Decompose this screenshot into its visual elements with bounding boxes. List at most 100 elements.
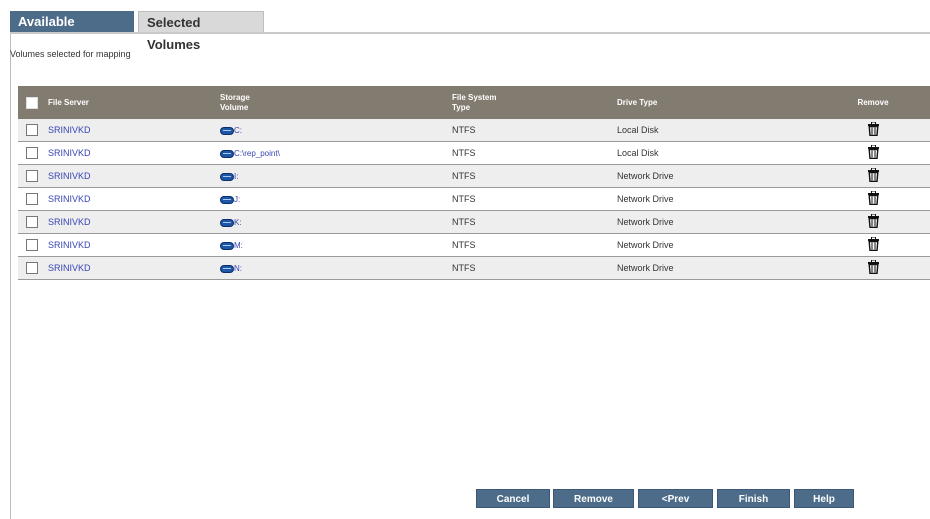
disk-drive-icon — [220, 265, 234, 273]
page-subtitle: Volumes selected for mapping — [10, 49, 131, 59]
col-remove: Remove — [816, 86, 930, 119]
select-all-cell — [18, 86, 42, 119]
file-server-link[interactable]: SRINIVKD — [48, 240, 91, 250]
col-filesystem-type-line2: Type — [452, 102, 471, 112]
table-row: SRINIVKD M: NTFS Network Drive — [18, 233, 930, 257]
storage-volume-link[interactable]: N: — [234, 264, 242, 273]
help-button[interactable]: Help — [794, 489, 854, 508]
trash-icon[interactable] — [867, 167, 879, 184]
drive-type-cell: Network Drive — [611, 164, 816, 188]
file-server-cell: SRINIVKD — [42, 233, 214, 257]
storage-volume-link[interactable]: J: — [234, 195, 240, 204]
table-row: SRINIVKD C:\rep_point\ NTFS Local Disk — [18, 141, 930, 165]
col-storage-volume[interactable]: Storage Volume — [214, 86, 446, 119]
col-filesystem-type[interactable]: File System Type — [446, 86, 611, 119]
table-row: SRINIVKD J: NTFS Network Drive — [18, 187, 930, 211]
row-select-cell — [18, 164, 42, 188]
volumes-table: File Server Storage Volume File System Typ… — [18, 86, 930, 280]
drive-type-cell: Network Drive — [611, 210, 816, 234]
finish-button[interactable]: Finish — [717, 489, 790, 508]
disk-drive-icon — [220, 127, 234, 135]
trash-icon[interactable] — [867, 190, 879, 207]
storage-volume-cell: I: — [214, 164, 446, 188]
file-server-cell: SRINIVKD — [42, 210, 214, 234]
disk-drive-icon — [220, 219, 234, 227]
storage-volume-cell: C: — [214, 119, 446, 142]
trash-icon[interactable] — [867, 121, 879, 138]
remove-cell — [816, 256, 930, 280]
row-checkbox[interactable] — [26, 124, 38, 136]
col-filesystem-type-line1: File System — [452, 92, 497, 102]
tab-selected-volumes[interactable]: Selected Volumes — [138, 11, 264, 52]
disk-drive-icon — [220, 196, 234, 204]
cancel-button[interactable]: Cancel — [476, 489, 550, 508]
col-storage-volume-line2: Volume — [220, 102, 249, 112]
file-server-link[interactable]: SRINIVKD — [48, 194, 91, 204]
file-server-cell: SRINIVKD — [42, 141, 214, 165]
row-select-cell — [18, 233, 42, 257]
trash-icon[interactable] — [867, 213, 879, 230]
select-all-checkbox[interactable] — [26, 96, 38, 109]
trash-icon[interactable] — [867, 236, 879, 253]
drive-type-cell: Network Drive — [611, 233, 816, 257]
table-row: SRINIVKD C: NTFS Local Disk — [18, 119, 930, 142]
trash-icon[interactable] — [867, 259, 879, 276]
remove-button[interactable]: Remove — [553, 489, 634, 508]
storage-volume-link[interactable]: I: — [234, 172, 238, 181]
filesystem-type-cell: NTFS — [446, 256, 611, 280]
file-server-cell: SRINIVKD — [42, 256, 214, 280]
drive-type-cell: Network Drive — [611, 187, 816, 211]
file-server-link[interactable]: SRINIVKD — [48, 148, 91, 158]
file-server-link[interactable]: SRINIVKD — [48, 263, 91, 273]
file-server-cell: SRINIVKD — [42, 187, 214, 211]
file-server-cell: SRINIVKD — [42, 119, 214, 142]
row-select-cell — [18, 119, 42, 142]
tab-available-volumes[interactable]: Available Volumes — [10, 11, 134, 51]
row-checkbox[interactable] — [26, 147, 38, 159]
table-header-row: File Server Storage Volume File System Typ… — [18, 86, 930, 119]
storage-volume-link[interactable]: C:\rep_point\ — [234, 149, 280, 158]
panel-border — [10, 34, 11, 519]
row-checkbox[interactable] — [26, 170, 38, 182]
row-checkbox[interactable] — [26, 193, 38, 205]
row-checkbox[interactable] — [26, 262, 38, 274]
drive-type-cell: Local Disk — [611, 141, 816, 165]
row-select-cell — [18, 256, 42, 280]
disk-drive-icon — [220, 242, 234, 250]
filesystem-type-cell: NTFS — [446, 187, 611, 211]
drive-type-cell: Network Drive — [611, 256, 816, 280]
trash-icon[interactable] — [867, 144, 879, 161]
prev-button[interactable]: <Prev — [638, 489, 713, 508]
row-select-cell — [18, 187, 42, 211]
table-row: SRINIVKD N: NTFS Network Drive — [18, 256, 930, 280]
drive-type-cell: Local Disk — [611, 119, 816, 142]
storage-volume-cell: M: — [214, 233, 446, 257]
storage-volume-link[interactable]: M: — [234, 241, 243, 250]
filesystem-type-cell: NTFS — [446, 119, 611, 142]
disk-drive-icon — [220, 150, 234, 158]
file-server-link[interactable]: SRINIVKD — [48, 125, 91, 135]
storage-volume-cell: N: — [214, 256, 446, 280]
file-server-link[interactable]: SRINIVKD — [48, 171, 91, 181]
filesystem-type-cell: NTFS — [446, 210, 611, 234]
col-drive-type[interactable]: Drive Type — [611, 86, 816, 119]
file-server-link[interactable]: SRINIVKD — [48, 217, 91, 227]
storage-volume-link[interactable]: K: — [234, 218, 242, 227]
remove-cell — [816, 187, 930, 211]
storage-volume-link[interactable]: C: — [234, 126, 242, 135]
disk-drive-icon — [220, 173, 234, 181]
storage-volume-cell: J: — [214, 187, 446, 211]
filesystem-type-cell: NTFS — [446, 141, 611, 165]
table-row: SRINIVKD I: NTFS Network Drive — [18, 164, 930, 188]
remove-cell — [816, 210, 930, 234]
remove-cell — [816, 164, 930, 188]
table-row: SRINIVKD K: NTFS Network Drive — [18, 210, 930, 234]
col-storage-volume-line1: Storage — [220, 92, 250, 102]
row-select-cell — [18, 141, 42, 165]
row-checkbox[interactable] — [26, 239, 38, 251]
col-file-server[interactable]: File Server — [42, 86, 214, 119]
row-checkbox[interactable] — [26, 216, 38, 228]
row-select-cell — [18, 210, 42, 234]
storage-volume-cell: C:\rep_point\ — [214, 141, 446, 165]
tab-bar: Available Volumes Selected Volumes — [10, 11, 264, 52]
